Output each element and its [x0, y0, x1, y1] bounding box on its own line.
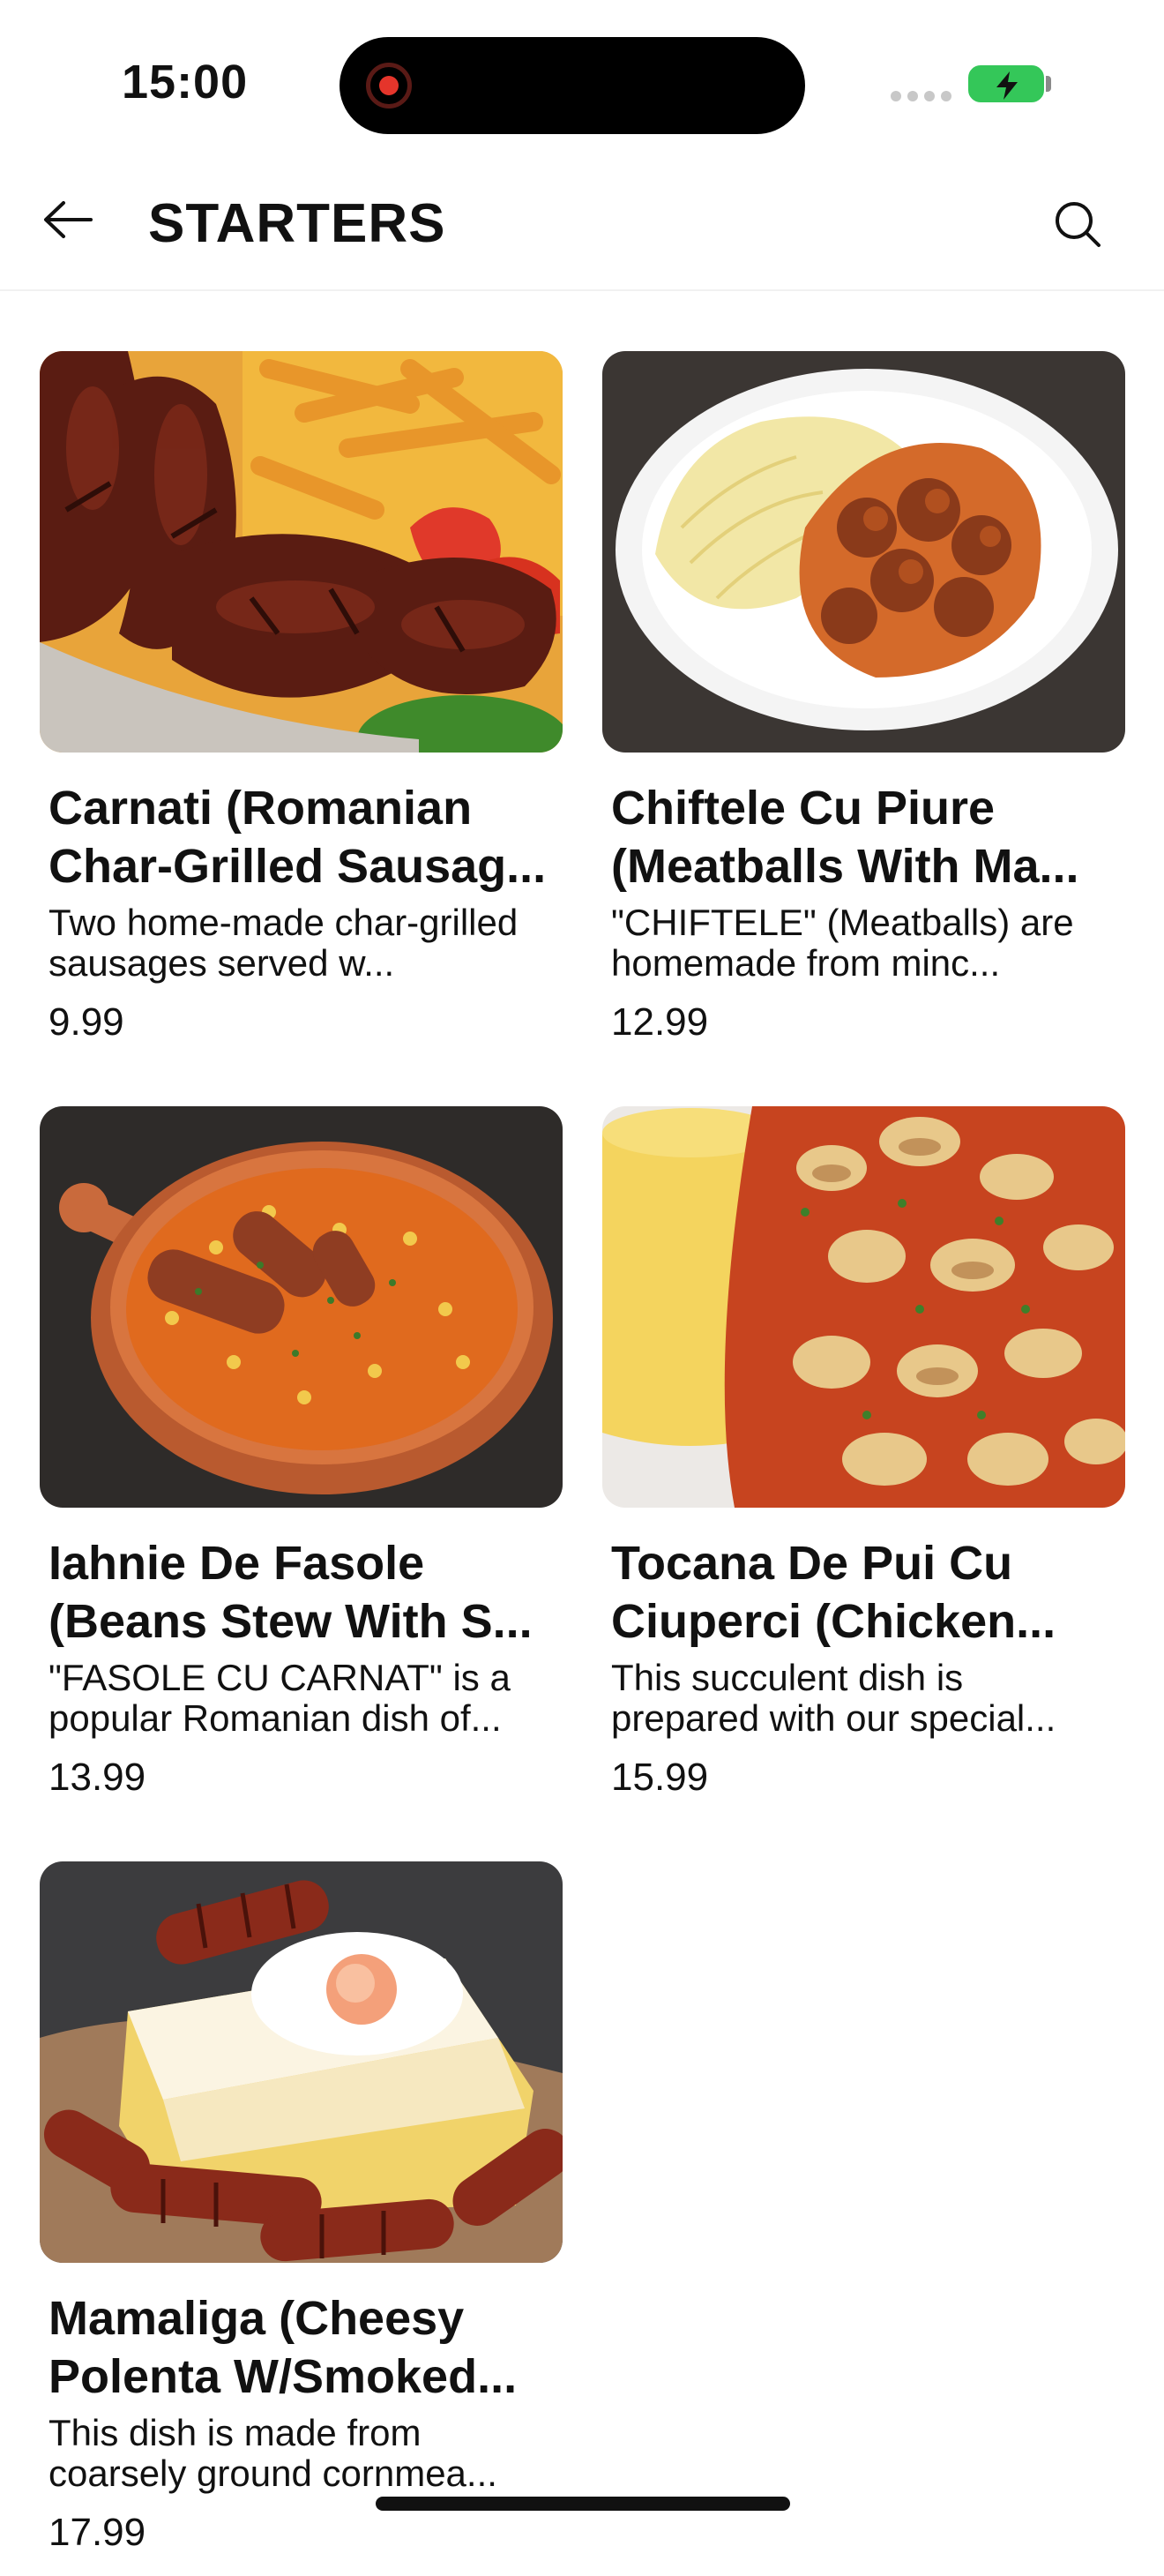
product-card[interactable]: Chiftele Cu Piure (Meatballs With Ma... … [602, 351, 1125, 1066]
product-price: 17.99 [48, 2511, 146, 2554]
product-image-polenta [40, 1861, 563, 2263]
product-price: 12.99 [611, 1000, 709, 1044]
product-card[interactable]: Tocana De Pui Cu Ciuperci (Chicken... Th… [602, 1106, 1125, 1821]
battery-charging-icon [968, 65, 1044, 102]
product-card[interactable]: Mamaliga (Cheesy Polenta W/Smoked... Thi… [40, 1861, 563, 2576]
status-bar: 15:00 [0, 0, 1164, 159]
arrow-left-icon [44, 201, 93, 238]
page-title: STARTERS [148, 193, 446, 254]
product-name: Carnati (Romanian Char-Grilled Sausag... [48, 782, 547, 893]
search-icon [1056, 202, 1101, 247]
back-button[interactable] [39, 191, 97, 249]
product-price: 15.99 [611, 1756, 709, 1799]
product-image-chicken-mushrooms [602, 1106, 1125, 1508]
product-name: Iahnie De Fasole (Beans Stew With S... [48, 1537, 533, 1648]
product-image-sausages [40, 351, 563, 753]
product-image-bean-stew [40, 1106, 563, 1508]
product-name: Tocana De Pui Cu Ciuperci (Chicken... [611, 1537, 1056, 1648]
screen-recording-icon [366, 63, 412, 109]
product-price: 9.99 [48, 1000, 124, 1044]
product-image-meatballs [602, 351, 1125, 753]
status-time: 15:00 [122, 56, 249, 109]
dynamic-island [340, 37, 805, 134]
product-name: Chiftele Cu Piure (Meatballs With Ma... [611, 782, 1079, 893]
product-description: "FASOLE CU CARNAT" is a popular Romanian… [48, 1658, 511, 1739]
product-description: "CHIFTELE" (Meatballs) are homemade from… [611, 902, 1074, 984]
product-description: This dish is made from coarsely ground c… [48, 2413, 497, 2494]
search-button[interactable] [1048, 194, 1108, 254]
cellular-signal-icon [891, 91, 951, 101]
product-description: Two home-made char-grilled sausages serv… [48, 902, 519, 984]
battery-cap [1046, 76, 1051, 92]
home-indicator[interactable] [376, 2497, 790, 2511]
product-card[interactable]: Iahnie De Fasole (Beans Stew With S... "… [40, 1106, 563, 1821]
app-header: STARTERS [0, 159, 1164, 291]
product-description: This succulent dish is prepared with our… [611, 1658, 1056, 1739]
product-price: 13.99 [48, 1756, 146, 1799]
product-name: Mamaliga (Cheesy Polenta W/Smoked... [48, 2292, 518, 2403]
product-card[interactable]: Carnati (Romanian Char-Grilled Sausag...… [40, 351, 563, 1066]
